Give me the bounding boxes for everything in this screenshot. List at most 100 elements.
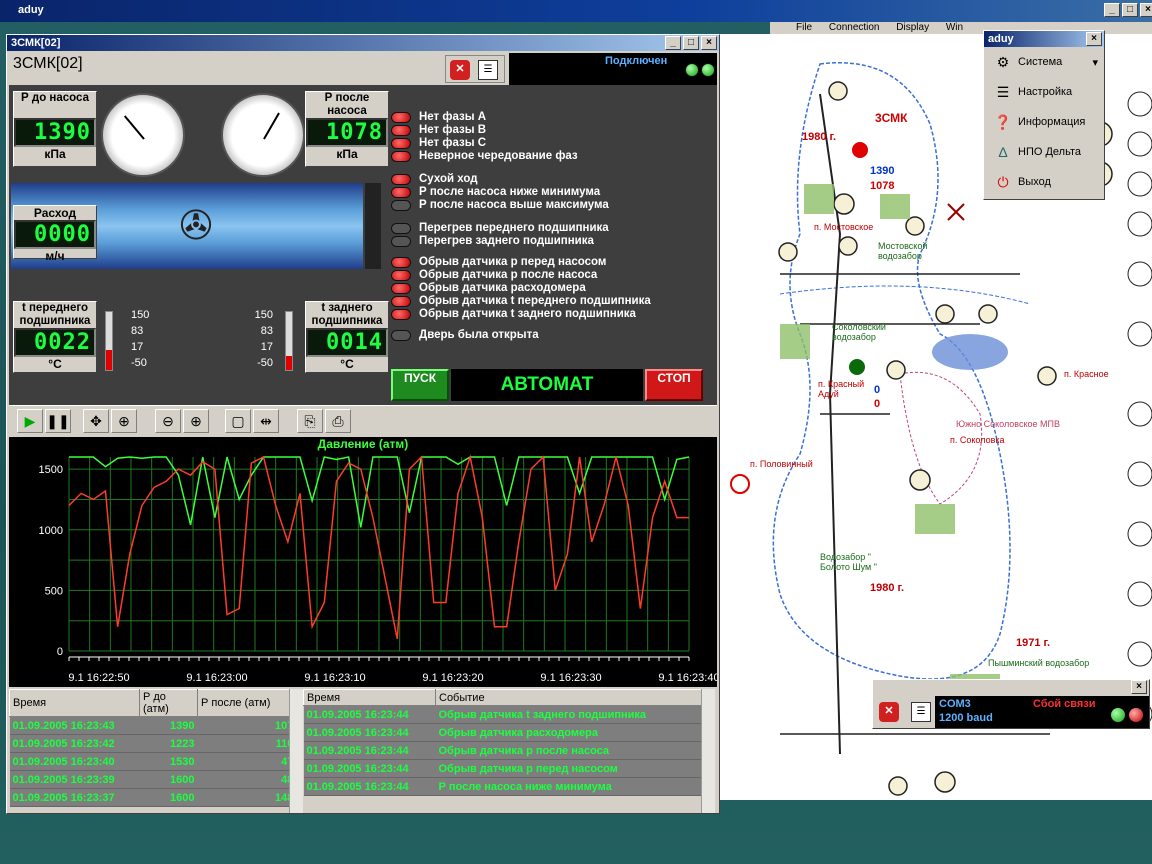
com-disconnect-icon[interactable]: ✕ bbox=[879, 702, 899, 722]
map-label-boloto: Водозабор " Болото Шум " bbox=[820, 552, 877, 572]
map-zero-1: 0 bbox=[874, 384, 881, 396]
menu-file[interactable]: File bbox=[796, 22, 812, 33]
thermo-front-scale: 150 83 17 -50 bbox=[131, 309, 150, 369]
alarm-text: Перегрев переднего подшипника bbox=[419, 222, 609, 234]
settings-icon[interactable]: ☰ bbox=[478, 60, 498, 80]
aduy-menu-window: aduy × ⚙ Система ▾ ☰ Настройка ❓ Информация … bbox=[983, 30, 1105, 200]
copy-icon[interactable]: ⎘ bbox=[297, 409, 323, 433]
delta-logo-icon: Δ bbox=[998, 144, 1008, 160]
table-cell: 01.09.2005 16:23:39 bbox=[9, 770, 140, 789]
menu-item-system[interactable]: ⚙ Система ▾ bbox=[984, 47, 1104, 77]
table-cell: Обрыв датчика р после насоса bbox=[435, 741, 715, 760]
alarm-text: Нет фазы В bbox=[419, 124, 487, 136]
table-row[interactable]: 01.09.2005 16:23:44 Обрыв датчика р перед… bbox=[303, 759, 715, 778]
menu-item-settings[interactable]: ☰ Настройка bbox=[984, 77, 1104, 107]
station-close-button[interactable]: × bbox=[701, 36, 717, 50]
power-icon: ⏻ bbox=[997, 174, 1009, 190]
table-row[interactable]: 01.09.2005 16:23:44 Обрыв датчика расходо… bbox=[303, 723, 715, 742]
events-table[interactable]: Время Событие 01.09.2005 16:23:44 Обрыв д… bbox=[303, 689, 715, 813]
zoom-area-icon[interactable]: ⊕ bbox=[111, 409, 137, 433]
mimic-panel: 3СМК[02] ✕ ☰ Подключен Р до насоса 1390 … bbox=[9, 53, 717, 405]
menu-item-info[interactable]: ❓ Информация bbox=[984, 107, 1104, 137]
alarm-text: Обрыв датчика р перед насосом bbox=[419, 256, 607, 268]
print-icon[interactable]: ⎙ bbox=[325, 409, 351, 433]
pan-icon[interactable]: ✥ bbox=[83, 409, 109, 433]
alarm-item: Неверное чередование фаз bbox=[391, 150, 578, 162]
table-row[interactable]: 01.09.2005 16:23:391600480 bbox=[9, 770, 303, 789]
com-port-window: × ✕ ☰ COM3 1200 baud Сбой связи bbox=[872, 679, 1150, 729]
menu-window[interactable]: Win bbox=[946, 22, 963, 33]
table-cell: Обрыв датчика расходомера bbox=[435, 723, 715, 742]
aduy-menu-title: aduy bbox=[988, 33, 1014, 45]
table-row[interactable]: 01.09.2005 16:23:42 1223 1107 bbox=[9, 734, 303, 753]
y-tick-label: 1000 bbox=[39, 525, 63, 537]
panel-toolbox: ✕ ☰ bbox=[445, 55, 505, 83]
alarm-text: Сухой ход bbox=[419, 173, 478, 185]
pause-icon[interactable]: ❚❚ bbox=[45, 409, 71, 433]
col-event-time[interactable]: Время bbox=[303, 689, 436, 706]
pressure-chart[interactable]: Давление (атм) 1500 1000 500 0 9.1 16:22:50 9… bbox=[9, 437, 717, 687]
table-row[interactable]: 01.09.2005 16:23:37 1600 1480 bbox=[9, 788, 303, 807]
table-cell: 1600 bbox=[139, 788, 198, 807]
station-minimize-button[interactable]: _ bbox=[665, 36, 681, 50]
map-year-3: 1971 г. bbox=[1016, 637, 1051, 649]
alarm-led-icon bbox=[391, 329, 411, 341]
disconnect-icon[interactable]: ✕ bbox=[450, 60, 470, 80]
map-year-1: 1980 г. bbox=[802, 131, 837, 143]
map-label-mpv: Южно Соколовское МПВ bbox=[956, 419, 1060, 429]
menu-connection[interactable]: Connection bbox=[829, 22, 880, 33]
start-button[interactable]: ПУСК bbox=[391, 369, 449, 401]
close-button[interactable]: × bbox=[1140, 3, 1152, 17]
pressure-before-display: 1390 bbox=[14, 118, 96, 147]
aduy-menu-close-button[interactable]: × bbox=[1086, 32, 1102, 46]
com-close-button[interactable]: × bbox=[1131, 680, 1147, 694]
stop-button[interactable]: СТОП bbox=[645, 369, 703, 401]
map-label-pyshminsky: Пышминский водозабор bbox=[988, 658, 1090, 668]
com-port: COM3 bbox=[939, 698, 971, 710]
thermometer-front-icon bbox=[105, 311, 113, 371]
table-cell: 1078 bbox=[197, 716, 303, 735]
zoom-out-icon[interactable]: ⊖ bbox=[155, 409, 181, 433]
settings-form-icon: ☰ bbox=[996, 84, 1010, 100]
alarm-text: Р после насоса выше максимума bbox=[419, 199, 609, 211]
measurements-scrollbar[interactable] bbox=[289, 689, 303, 813]
table-row[interactable]: 01.09.2005 16:23:44 Обрыв датчика р после… bbox=[303, 741, 715, 760]
menu-display[interactable]: Display bbox=[896, 22, 929, 33]
alarm-led-icon bbox=[391, 282, 411, 294]
col-time[interactable]: Время bbox=[9, 689, 140, 717]
info-icon: ❓ bbox=[994, 114, 1012, 130]
col-p-before[interactable]: Р до (атм) bbox=[139, 689, 198, 717]
mode-display: АВТОМАТ bbox=[451, 369, 643, 401]
map-pressure-before: 1390 bbox=[870, 165, 895, 177]
table-row[interactable]: 01.09.2005 16:23:43 1390 1078 bbox=[9, 716, 303, 735]
table-cell: 01.09.2005 16:23:44 bbox=[303, 723, 436, 742]
col-event[interactable]: Событие bbox=[435, 689, 715, 706]
col-p-after[interactable]: Р после (атм) bbox=[197, 689, 303, 717]
alarm-item: Р после насоса ниже минимума bbox=[391, 186, 600, 198]
table-cell: 01.09.2005 16:23:44 bbox=[303, 705, 436, 724]
menu-item-npo-delta[interactable]: Δ НПО Дельта bbox=[984, 137, 1104, 167]
table-row[interactable]: 01.09.2005 16:23:44 Обрыв датчика t задне… bbox=[303, 705, 715, 724]
table-cell: 01.09.2005 16:23:44 bbox=[303, 741, 436, 760]
alarm-item: Нет фазы В bbox=[391, 124, 486, 136]
minimize-button[interactable]: _ bbox=[1104, 3, 1120, 17]
menu-item-exit[interactable]: ⏻ Выход bbox=[984, 167, 1104, 197]
alarm-text: Р после насоса ниже минимума bbox=[419, 186, 601, 198]
table-row[interactable]: 01.09.2005 16:23:44 Р после насоса ниже м… bbox=[303, 777, 715, 796]
table-row[interactable]: 01.09.2005 16:23:401530473 bbox=[9, 752, 303, 771]
measurements-table[interactable]: Время Р до (атм) Р после (атм) 01.09.200… bbox=[9, 689, 303, 813]
zoom-in-icon[interactable]: ⊕ bbox=[183, 409, 209, 433]
table-cell: 01.09.2005 16:23:44 bbox=[303, 777, 436, 796]
play-icon[interactable]: ▶ bbox=[17, 409, 43, 433]
events-scrollbar[interactable] bbox=[701, 689, 715, 813]
table-cell: 1530 bbox=[139, 752, 198, 771]
fit-icon[interactable]: ⇹ bbox=[253, 409, 279, 433]
station-maximize-button[interactable]: □ bbox=[683, 36, 699, 50]
y-tick-label: 0 bbox=[57, 646, 63, 658]
com-status: Сбой связи bbox=[1033, 698, 1096, 710]
temp-rear-display: 0014 bbox=[306, 328, 388, 357]
select-rect-icon[interactable]: ▢ bbox=[225, 409, 251, 433]
com-settings-icon[interactable]: ☰ bbox=[911, 702, 931, 722]
table-cell: 473 bbox=[197, 752, 303, 771]
maximize-button[interactable]: □ bbox=[1122, 3, 1138, 17]
